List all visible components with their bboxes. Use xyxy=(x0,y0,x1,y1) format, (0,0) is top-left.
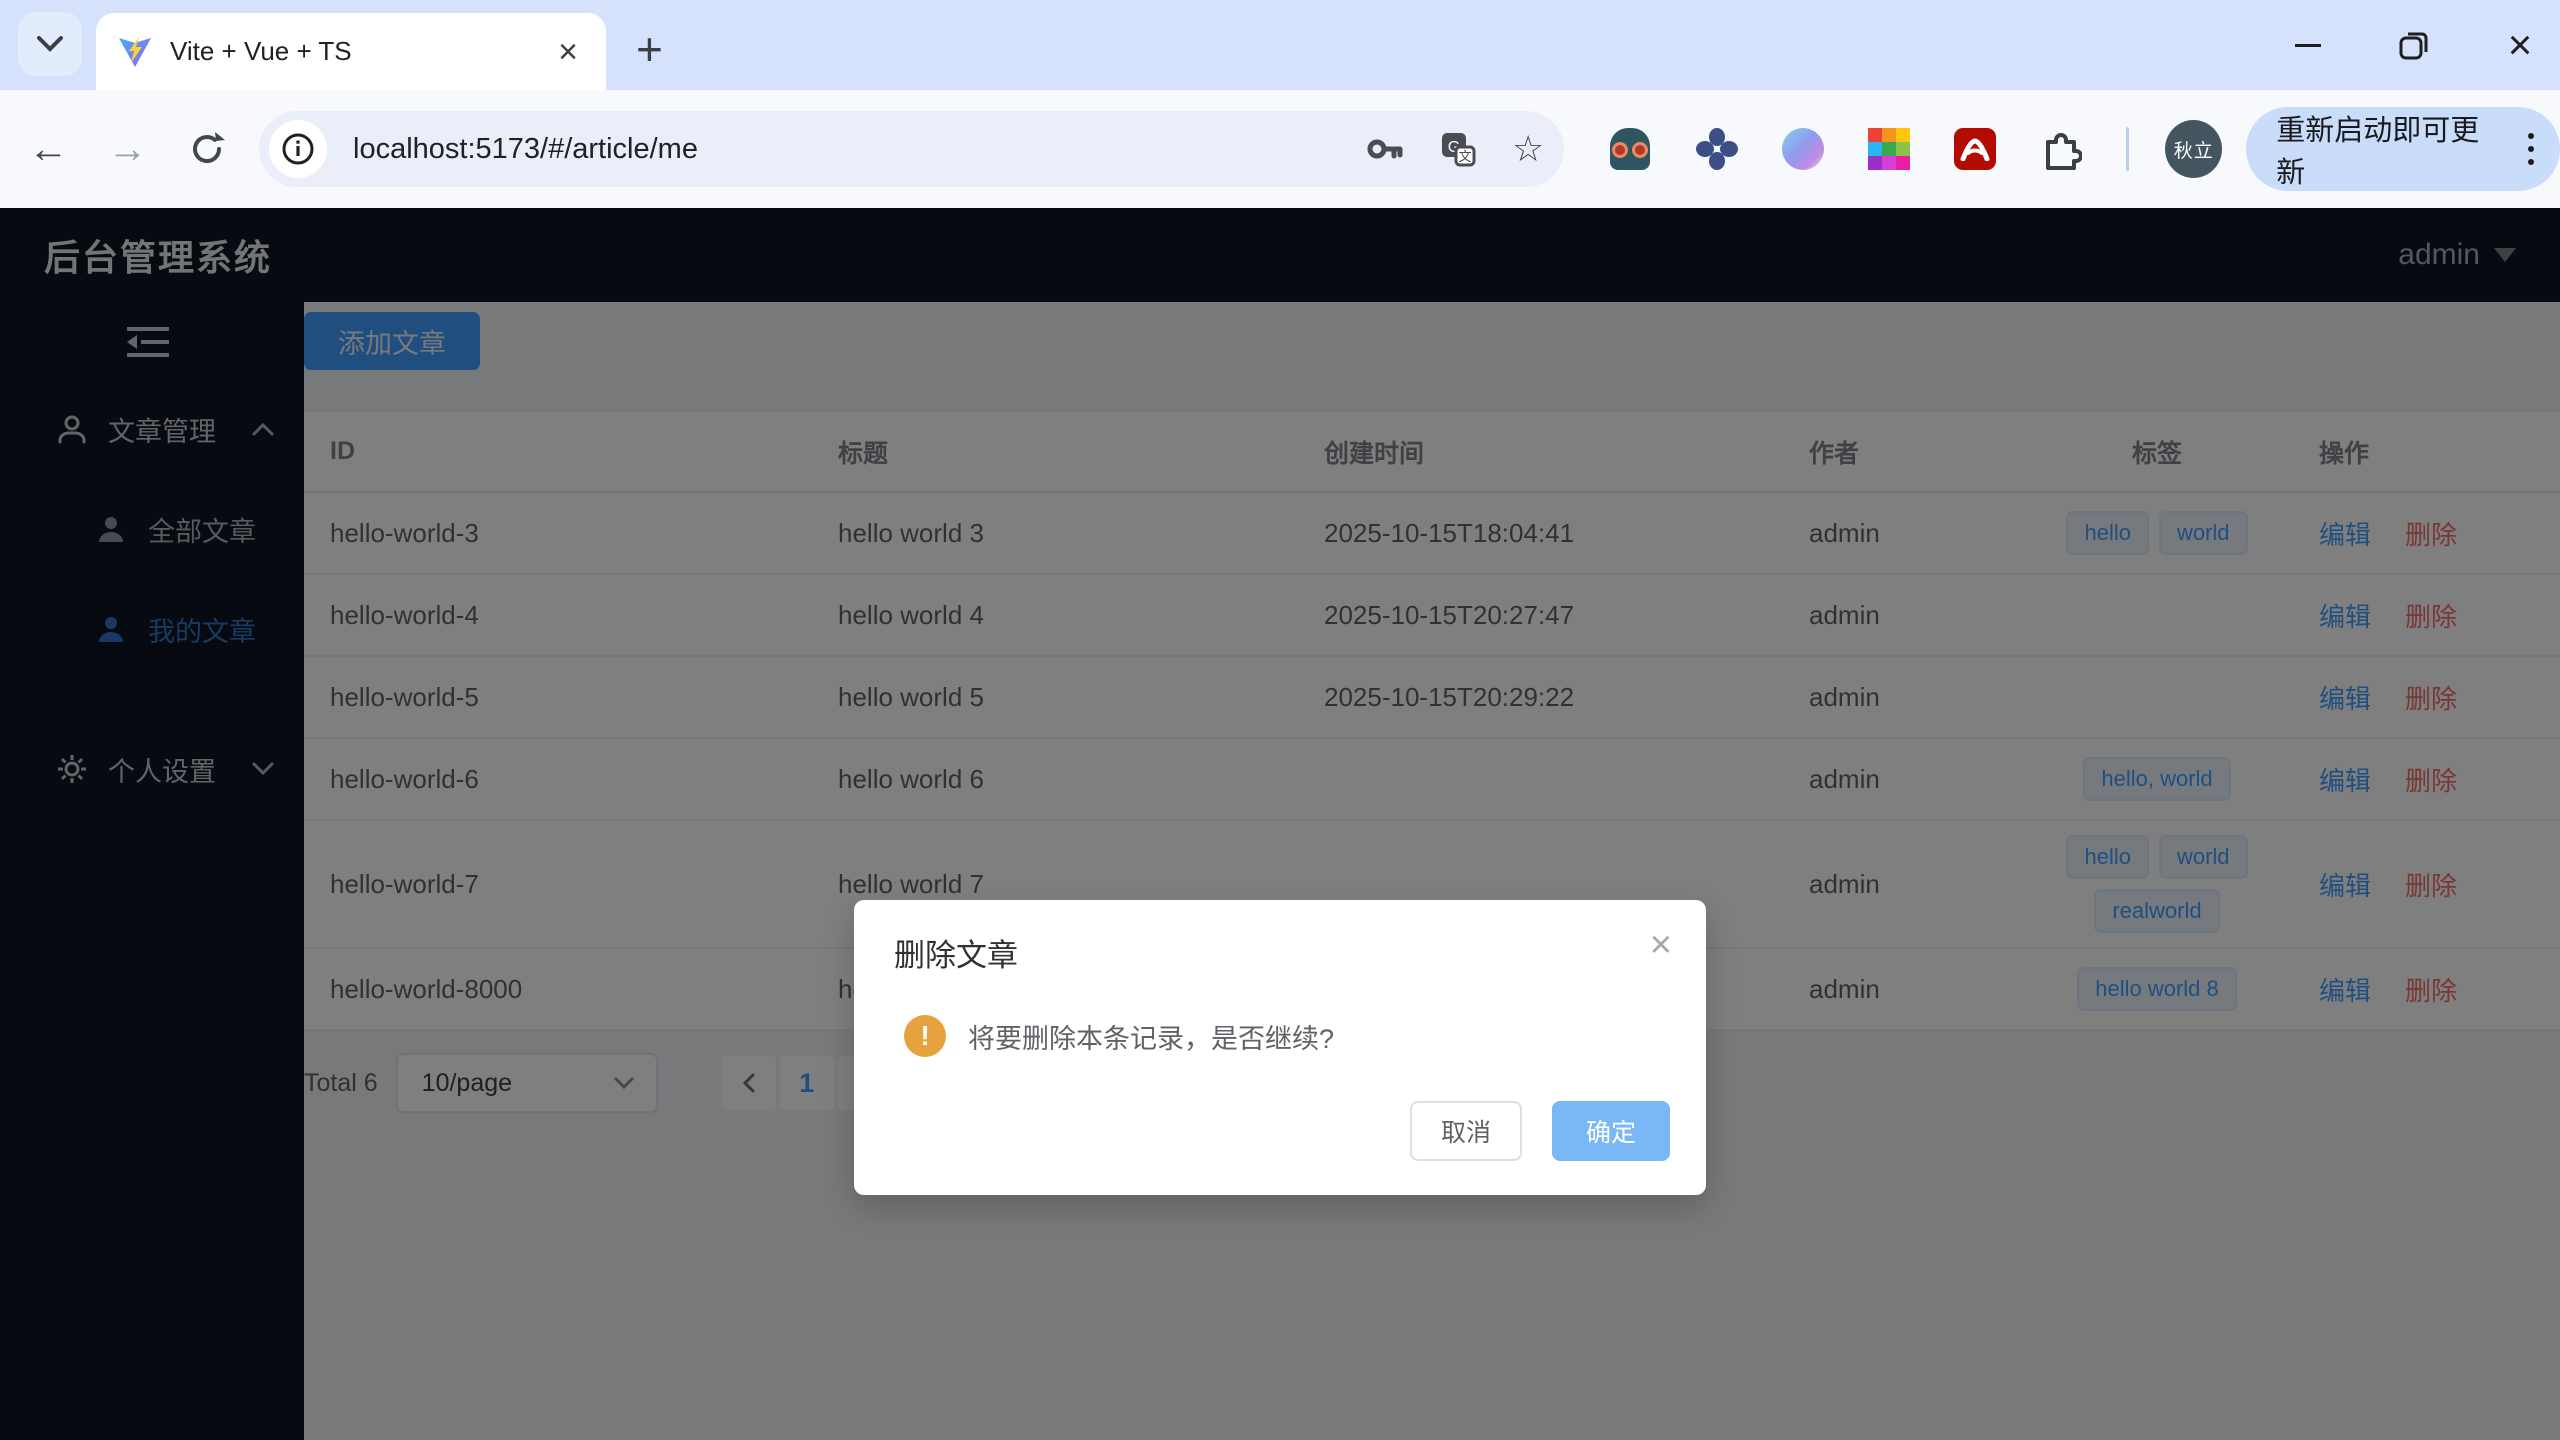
back-button[interactable]: ← xyxy=(18,118,79,180)
tab-title: Vite + Vue + TS xyxy=(170,36,552,67)
confirm-button[interactable]: 确定 xyxy=(1552,1101,1670,1161)
extension-colorgrid-icon[interactable] xyxy=(1868,128,1910,170)
key-icon xyxy=(1364,129,1404,169)
dialog-title: 删除文章 xyxy=(894,930,1670,975)
bookmark-star-icon[interactable]: ☆ xyxy=(1512,128,1544,170)
reload-icon xyxy=(188,130,226,168)
skull-eye-left xyxy=(1612,142,1628,158)
swirl-shape xyxy=(1782,128,1824,170)
chevron-down-icon xyxy=(37,36,63,52)
browser-tabstrip: Vite + Vue + TS × + × xyxy=(0,0,2560,90)
browser-tab[interactable]: Vite + Vue + TS × xyxy=(96,13,606,90)
puzzle-icon xyxy=(2040,128,2082,170)
password-manager-button[interactable] xyxy=(1364,129,1404,169)
dialog-close-icon[interactable]: × xyxy=(1650,924,1672,967)
tab-search-button[interactable] xyxy=(18,12,82,76)
skull-eye-right xyxy=(1632,142,1648,158)
skull-shape xyxy=(1610,128,1650,170)
tab-close-icon[interactable]: × xyxy=(552,35,584,69)
dialog-message: 将要删除本条记录，是否继续? xyxy=(968,1017,1334,1056)
vite-logo-icon xyxy=(118,35,152,69)
restore-icon xyxy=(2399,30,2429,60)
delete-dialog: 删除文章 × ! 将要删除本条记录，是否继续? 取消 确定 xyxy=(854,900,1706,1195)
dialog-body: ! 将要删除本条记录，是否继续? xyxy=(894,1015,1670,1057)
extensions-row xyxy=(1610,128,2082,170)
window-minimize-button[interactable] xyxy=(2288,25,2328,65)
url-text[interactable]: localhost:5173/#/article/me xyxy=(353,133,1330,166)
profile-avatar[interactable]: 秋立 xyxy=(2165,120,2222,178)
browser-toolbar: ← → localhost:5173/#/article/me G文 ☆ xyxy=(0,90,2560,208)
address-bar[interactable]: localhost:5173/#/article/me G文 ☆ xyxy=(259,111,1564,187)
site-info-button[interactable] xyxy=(269,120,327,178)
window-close-button[interactable]: × xyxy=(2500,25,2540,65)
toolbar-separator xyxy=(2126,127,2129,171)
extension-clover-icon[interactable] xyxy=(1696,128,1738,170)
reload-button[interactable] xyxy=(176,118,237,180)
cancel-button[interactable]: 取消 xyxy=(1410,1101,1522,1161)
browser-update-button[interactable]: 重新启动即可更新 xyxy=(2246,107,2560,191)
extension-swirl-icon[interactable] xyxy=(1782,128,1824,170)
svg-text:文: 文 xyxy=(1458,149,1471,164)
translate-icon: G文 xyxy=(1438,129,1478,169)
dialog-footer: 取消 确定 xyxy=(894,1101,1670,1161)
forward-button[interactable]: → xyxy=(97,118,158,180)
new-tab-button[interactable]: + xyxy=(636,22,663,76)
modal-overlay xyxy=(0,208,2560,1440)
warning-icon: ! xyxy=(904,1015,946,1057)
info-icon xyxy=(281,132,315,166)
window-controls: × xyxy=(2288,0,2540,90)
extension-skull-icon[interactable] xyxy=(1610,128,1652,170)
update-label: 重新启动即可更新 xyxy=(2276,107,2504,191)
minimize-icon xyxy=(2295,44,2321,47)
page-viewport: 后台管理系统 admin 文章管理 全部文章 我的文章 个人设置 xyxy=(0,208,2560,1440)
extension-acrobat-icon[interactable] xyxy=(1954,128,1996,170)
extensions-puzzle-button[interactable] xyxy=(2040,128,2082,170)
browser-menu-kebab-icon[interactable] xyxy=(2528,133,2534,165)
window-restore-button[interactable] xyxy=(2394,25,2434,65)
translate-button[interactable]: G文 xyxy=(1438,129,1478,169)
